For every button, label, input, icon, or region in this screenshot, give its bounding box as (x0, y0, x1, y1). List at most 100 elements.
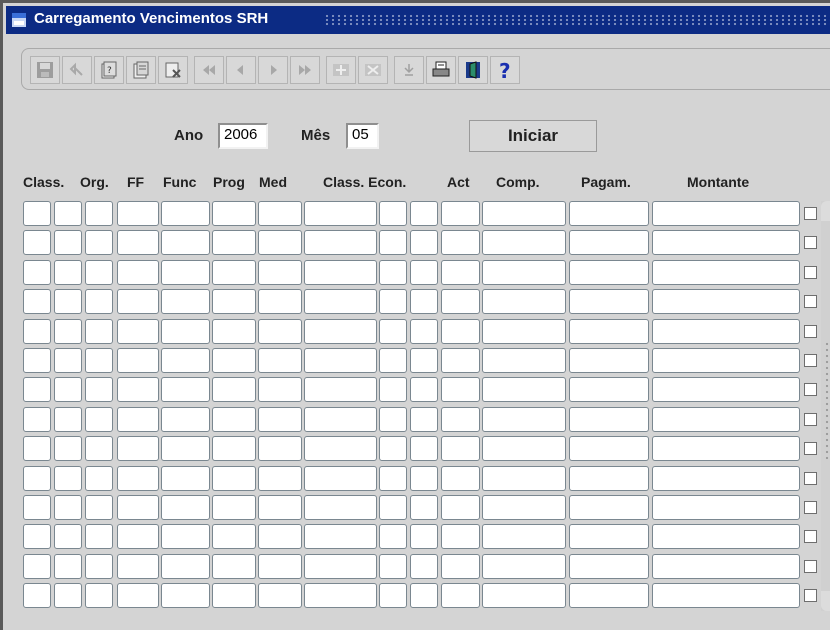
help-button[interactable]: ? (490, 56, 520, 84)
cell-comp[interactable] (482, 495, 566, 520)
cell-med2[interactable] (258, 465, 302, 491)
cell-act[interactable] (441, 465, 480, 491)
cell-prog[interactable] (161, 348, 210, 373)
cell-ff[interactable] (85, 583, 113, 609)
cell-med[interactable] (212, 348, 256, 373)
cell-montante[interactable] (652, 201, 800, 226)
cell-econ1[interactable] (379, 259, 407, 285)
cell-org[interactable] (54, 377, 82, 403)
cell-med[interactable] (212, 318, 256, 344)
cell-class-econ[interactable] (304, 553, 377, 579)
cell-class[interactable] (23, 524, 51, 550)
cell-org[interactable] (54, 436, 82, 462)
cell-act[interactable] (441, 230, 480, 256)
cell-func[interactable] (117, 553, 159, 579)
cell-econ1[interactable] (379, 406, 407, 432)
cell-econ1[interactable] (379, 495, 407, 520)
cell-med[interactable] (212, 465, 256, 491)
cell-econ1[interactable] (379, 436, 407, 462)
iniciar-button[interactable]: Iniciar (469, 120, 597, 152)
cell-class[interactable] (23, 201, 51, 226)
cell-prog[interactable] (161, 406, 210, 432)
cell-act[interactable] (441, 318, 480, 344)
cell-class-econ[interactable] (304, 583, 377, 609)
next-record-button[interactable] (258, 56, 288, 84)
previous-record-button[interactable] (226, 56, 256, 84)
cell-ff[interactable] (85, 318, 113, 344)
cell-org[interactable] (54, 583, 82, 609)
cell-econ1[interactable] (379, 583, 407, 609)
cell-prog[interactable] (161, 583, 210, 609)
cell-med[interactable] (212, 259, 256, 285)
cell-prog[interactable] (161, 318, 210, 344)
cell-func[interactable] (117, 406, 159, 432)
cell-montante[interactable] (652, 495, 800, 520)
cell-class-econ[interactable] (304, 348, 377, 373)
row-checkbox[interactable] (804, 471, 817, 485)
cell-func[interactable] (117, 259, 159, 285)
row-checkbox[interactable] (804, 412, 817, 426)
row-checkbox[interactable] (804, 530, 817, 544)
cell-act[interactable] (441, 289, 480, 315)
cell-med2[interactable] (258, 201, 302, 226)
cell-econ2[interactable] (410, 348, 438, 373)
undo-button[interactable] (62, 56, 92, 84)
cell-org[interactable] (54, 348, 82, 373)
cell-class-econ[interactable] (304, 524, 377, 550)
cell-econ1[interactable] (379, 289, 407, 315)
cell-med[interactable] (212, 201, 256, 226)
cell-econ1[interactable] (379, 465, 407, 491)
cell-pagam[interactable] (569, 465, 649, 491)
cell-med[interactable] (212, 230, 256, 256)
save-button[interactable] (30, 56, 60, 84)
cell-montante[interactable] (652, 583, 800, 609)
cell-pagam[interactable] (569, 583, 649, 609)
cell-org[interactable] (54, 406, 82, 432)
cell-func[interactable] (117, 230, 159, 256)
cell-prog[interactable] (161, 436, 210, 462)
cell-med[interactable] (212, 553, 256, 579)
cell-ff[interactable] (85, 259, 113, 285)
cell-montante[interactable] (652, 377, 800, 403)
cell-class[interactable] (23, 230, 51, 256)
scroll-up-button[interactable] (821, 201, 830, 221)
cell-comp[interactable] (482, 524, 566, 550)
cell-comp[interactable] (482, 553, 566, 579)
cell-comp[interactable] (482, 230, 566, 256)
cell-class-econ[interactable] (304, 201, 377, 226)
cell-econ1[interactable] (379, 348, 407, 373)
cell-econ2[interactable] (410, 553, 438, 579)
cell-org[interactable] (54, 289, 82, 315)
cell-med2[interactable] (258, 377, 302, 403)
cell-class[interactable] (23, 436, 51, 462)
cell-class[interactable] (23, 318, 51, 344)
cell-comp[interactable] (482, 348, 566, 373)
cell-func[interactable] (117, 436, 159, 462)
cell-class[interactable] (23, 348, 51, 373)
cell-pagam[interactable] (569, 318, 649, 344)
cell-class-econ[interactable] (304, 436, 377, 462)
cell-montante[interactable] (652, 289, 800, 315)
cell-ff[interactable] (85, 406, 113, 432)
cell-func[interactable] (117, 318, 159, 344)
cell-econ2[interactable] (410, 436, 438, 462)
cell-econ2[interactable] (410, 495, 438, 520)
cell-ff[interactable] (85, 289, 113, 315)
cell-econ2[interactable] (410, 465, 438, 491)
cell-org[interactable] (54, 230, 82, 256)
cell-pagam[interactable] (569, 201, 649, 226)
cell-class-econ[interactable] (304, 259, 377, 285)
cell-act[interactable] (441, 201, 480, 226)
cell-med[interactable] (212, 583, 256, 609)
cell-prog[interactable] (161, 377, 210, 403)
cell-org[interactable] (54, 465, 82, 491)
cell-func[interactable] (117, 289, 159, 315)
row-checkbox[interactable] (804, 295, 817, 309)
cell-montante[interactable] (652, 465, 800, 491)
cell-montante[interactable] (652, 259, 800, 285)
cell-comp[interactable] (482, 318, 566, 344)
row-checkbox[interactable] (804, 207, 817, 220)
delete-record-button[interactable] (358, 56, 388, 84)
cell-act[interactable] (441, 377, 480, 403)
cell-prog[interactable] (161, 524, 210, 550)
